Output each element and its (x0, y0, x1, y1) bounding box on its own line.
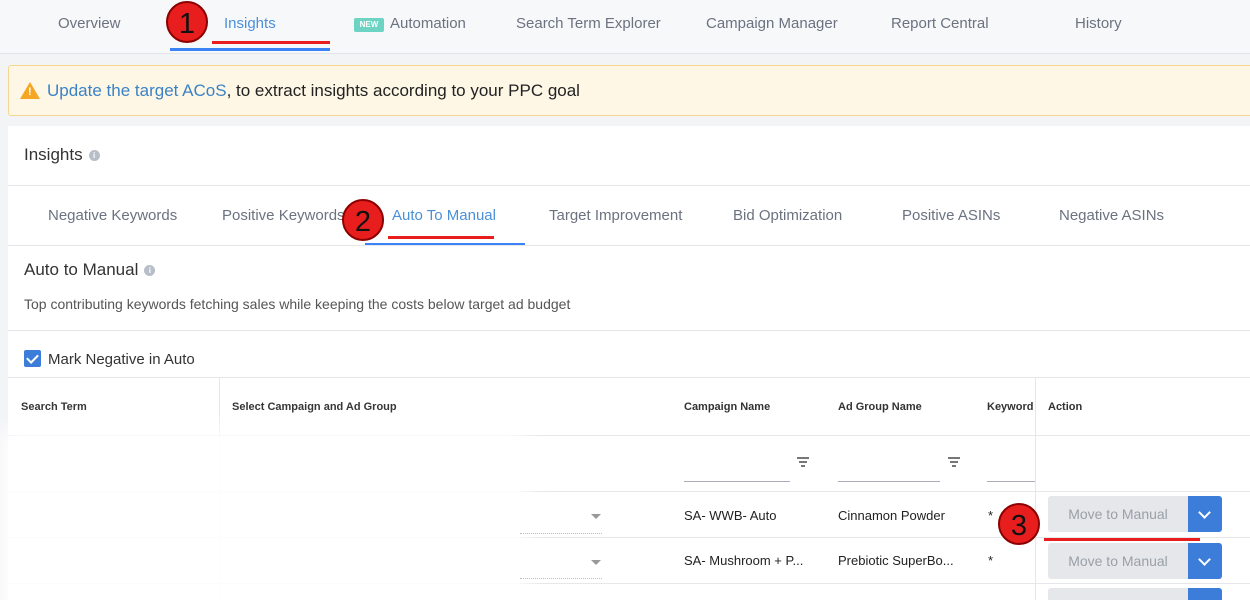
banner-rest-text: , to extract insights according to your … (226, 81, 580, 100)
banner-text: Update the target ACoS, to extract insig… (47, 81, 580, 101)
new-badge: NEW (354, 18, 384, 32)
insights-card: Insights i Negative Keywords Positive Key… (8, 126, 1250, 600)
header-search-term: Search Term (21, 401, 87, 413)
section-description: Top contributing keywords fetching sales… (24, 296, 571, 312)
subtab-negative-asins[interactable]: Negative ASINs (1059, 207, 1164, 224)
column-divider (1035, 378, 1036, 600)
chevron-down-icon[interactable] (591, 560, 601, 565)
mark-negative-checkbox[interactable] (24, 350, 41, 367)
tab-history[interactable]: History (1075, 15, 1122, 32)
campaign-name-cell: SA- Mushroom + P... (684, 553, 804, 568)
subtab-auto-to-manual[interactable]: Auto To Manual (392, 207, 496, 224)
subtab-positive-asins[interactable]: Positive ASINs (902, 207, 1000, 224)
subtab-bid-optimization[interactable]: Bid Optimization (733, 207, 842, 224)
blurred-region (8, 436, 520, 600)
filter-icon[interactable] (948, 457, 960, 467)
subtab-positive-keywords[interactable]: Positive Keywords (222, 207, 345, 224)
active-tab-underline (170, 48, 330, 51)
section-title: Auto to Manual i (24, 260, 156, 280)
keyword-cell: * (988, 508, 994, 523)
filter-icon[interactable] (797, 457, 809, 467)
tab-report-central[interactable]: Report Central (891, 15, 989, 32)
header-select-campaign: Select Campaign and Ad Group (232, 401, 397, 413)
annotation-underline (212, 41, 330, 44)
header-campaign-name: Campaign Name (684, 401, 771, 413)
divider (8, 245, 1250, 246)
tab-automation[interactable]: Automation (390, 15, 466, 32)
warning-icon: ! (20, 82, 40, 99)
divider (8, 185, 1250, 186)
chevron-down-icon[interactable] (591, 514, 601, 519)
mark-negative-label: Mark Negative in Auto (48, 351, 195, 368)
tab-insights[interactable]: Insights (224, 15, 276, 32)
ad-group-name-cell: Prebiotic SuperBo... (838, 553, 954, 568)
move-to-manual-button[interactable]: Move to Manual (1048, 543, 1188, 579)
move-to-manual-button[interactable]: Move to Manual (1048, 496, 1188, 532)
annotation-marker: 2 (342, 199, 384, 241)
annotation-marker: 3 (998, 503, 1040, 545)
keyword-filter[interactable] (987, 481, 1035, 482)
ad-group-name-filter[interactable] (838, 481, 940, 482)
card-title: Insights i (24, 145, 100, 165)
select-underline (520, 533, 602, 534)
keyword-cell: * (988, 553, 994, 568)
header-action: Action (1048, 401, 1083, 413)
tab-campaign-manager[interactable]: Campaign Manager (706, 15, 838, 32)
campaign-name-filter[interactable] (684, 481, 790, 482)
warning-banner: ! Update the target ACoS, to extract ins… (8, 65, 1250, 116)
subtab-negative-keywords[interactable]: Negative Keywords (48, 207, 177, 224)
divider (8, 377, 1250, 378)
ad-group-name-cell: Cinnamon Powder (838, 508, 945, 523)
info-icon[interactable]: i (144, 265, 156, 277)
chevron-down-icon[interactable] (1188, 588, 1222, 600)
info-icon[interactable]: i (88, 150, 100, 162)
annotation-underline (388, 236, 494, 239)
chevron-down-icon[interactable] (1188, 543, 1222, 579)
campaign-name-cell: SA- WWB- Auto (684, 508, 777, 523)
header-ad-group-name: Ad Group Name (838, 401, 922, 413)
tab-overview[interactable]: Overview (58, 15, 121, 32)
tab-search-term-explorer[interactable]: Search Term Explorer (516, 15, 661, 32)
select-underline (520, 578, 602, 579)
header-keyword: Keyword (987, 401, 1034, 413)
annotation-marker: 1 (166, 1, 208, 43)
move-to-manual-button[interactable] (1048, 588, 1188, 600)
divider (8, 330, 1250, 331)
subtab-target-improvement[interactable]: Target Improvement (549, 207, 682, 224)
annotation-underline (1044, 538, 1200, 541)
update-target-acos-link[interactable]: Update the target ACoS (47, 81, 227, 100)
chevron-down-icon[interactable] (1188, 496, 1222, 532)
